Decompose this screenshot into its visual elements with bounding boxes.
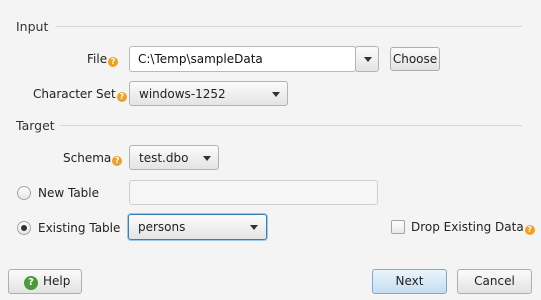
next-button[interactable]: Next <box>372 269 447 294</box>
file-path-input[interactable]: C:\Temp\sampleData <box>129 46 356 72</box>
question-mark-icon[interactable]: ? <box>112 156 123 166</box>
schema-select-value: test.dbo <box>139 151 189 165</box>
existing-table-select[interactable]: persons <box>128 214 267 240</box>
file-label-group: File? <box>87 52 119 67</box>
drop-existing-data-label: Drop Existing Data <box>411 220 524 234</box>
existing-table-label: Existing Table <box>38 221 121 235</box>
chevron-down-icon <box>250 225 258 230</box>
file-history-dropdown-button[interactable] <box>355 46 379 72</box>
input-section-title: Input <box>16 19 49 34</box>
input-section-divider <box>56 26 522 27</box>
charset-select-value: windows-1252 <box>139 87 226 101</box>
file-label: File <box>87 52 108 66</box>
file-path-value: C:\Temp\sampleData <box>138 52 263 66</box>
schema-select[interactable]: test.dbo <box>129 145 219 170</box>
charset-label: Character Set <box>33 87 116 101</box>
schema-label: Schema <box>63 151 112 165</box>
drop-existing-label-group: Drop Existing Data? <box>411 220 535 235</box>
question-mark-icon[interactable]: ? <box>524 225 535 235</box>
question-mark-icon[interactable]: ? <box>116 92 127 102</box>
choose-button[interactable]: Choose <box>390 47 440 71</box>
help-button-label: Help <box>43 274 71 288</box>
next-button-label: Next <box>395 274 424 288</box>
new-table-name-input <box>129 180 378 205</box>
help-button[interactable]: ? Help <box>8 269 82 294</box>
charset-label-group: Character Set? <box>33 87 127 102</box>
existing-table-select-value: persons <box>138 220 186 234</box>
schema-label-group: Schema? <box>63 151 123 166</box>
drop-existing-data-checkbox[interactable] <box>391 220 405 234</box>
new-table-label: New Table <box>38 186 100 200</box>
new-table-radio[interactable] <box>17 186 31 200</box>
chevron-down-icon <box>203 156 211 161</box>
target-section-title: Target <box>16 118 55 133</box>
target-section-divider <box>60 125 522 126</box>
radio-selected-indicator <box>21 225 27 231</box>
cancel-button[interactable]: Cancel <box>457 269 532 294</box>
charset-select[interactable]: windows-1252 <box>129 81 288 106</box>
choose-button-label: Choose <box>392 52 438 66</box>
existing-table-radio[interactable] <box>17 221 31 235</box>
cancel-button-label: Cancel <box>474 274 515 288</box>
chevron-down-icon <box>272 92 280 97</box>
help-icon: ? <box>24 276 38 290</box>
chevron-down-icon <box>364 57 372 62</box>
question-mark-icon[interactable]: ? <box>108 57 119 67</box>
